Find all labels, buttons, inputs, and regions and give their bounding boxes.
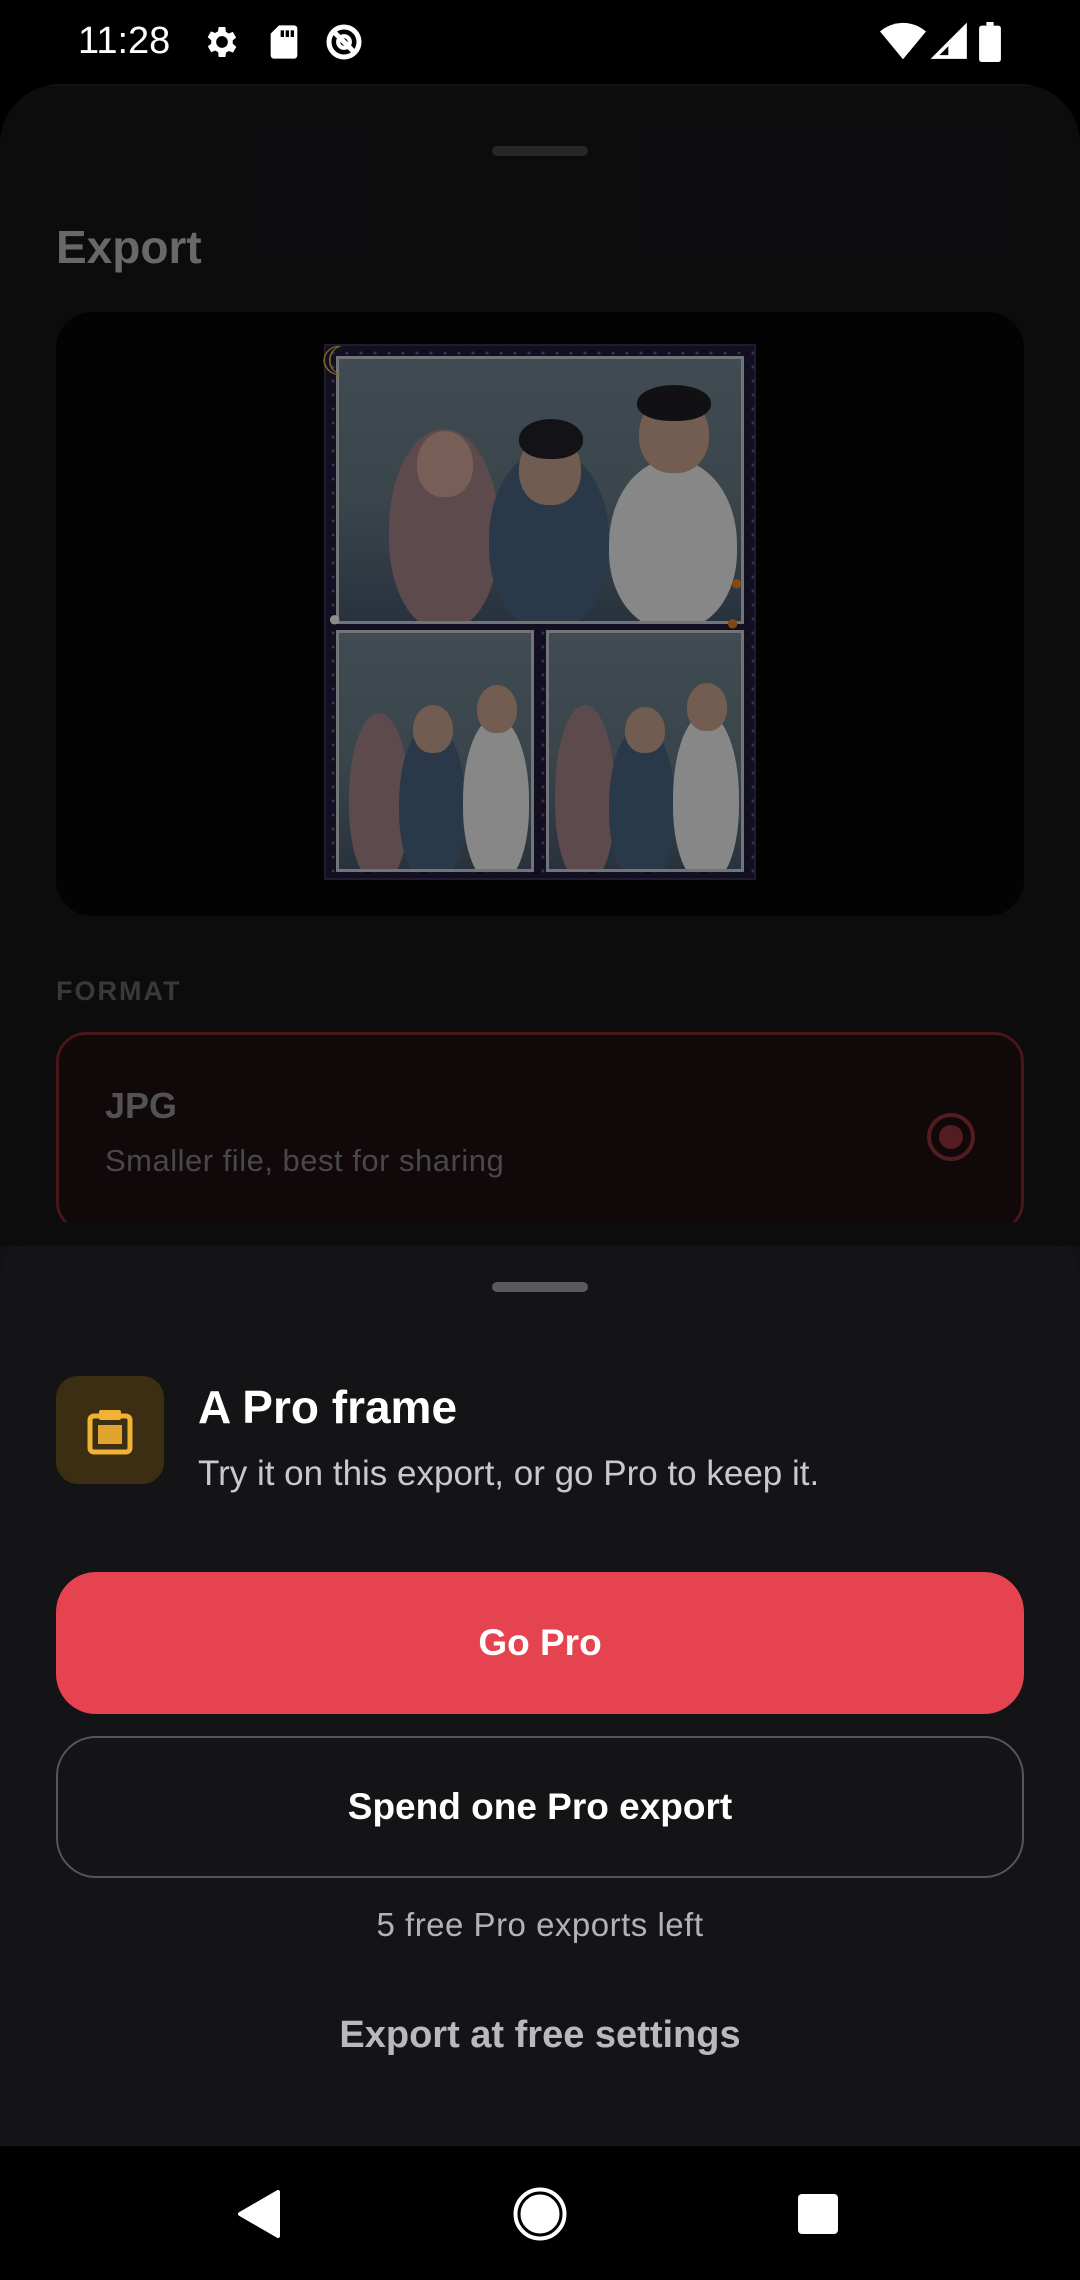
home-icon[interactable] <box>508 2182 572 2246</box>
format-option-description: Smaller file, best for sharing <box>105 1143 505 1178</box>
photo-strip-preview: ☾ ● ● ● <box>320 342 756 880</box>
preview-card: ☾ ● ● ● <box>56 312 1024 916</box>
sheet-title: A Pro frame <box>198 1381 458 1433</box>
signal-icon <box>930 22 970 62</box>
ghost-sticker-icon: ● <box>328 606 342 631</box>
gear-icon <box>202 22 242 62</box>
battery-icon <box>978 22 1008 62</box>
status-time: 11:28 <box>78 20 171 62</box>
sd-card-icon <box>264 22 304 62</box>
spend-pro-export-button[interactable]: Spend one Pro export <box>56 1736 1024 1878</box>
pro-frame-icon <box>87 1410 133 1455</box>
data-saver-icon <box>324 22 364 62</box>
sheet-subtitle: Try it on this export, or go Pro to keep… <box>198 1454 820 1493</box>
format-section-label: FORMAT <box>56 976 182 1006</box>
navigation-bar <box>0 2146 1080 2280</box>
back-icon[interactable] <box>226 2182 290 2246</box>
page-title: Export <box>56 221 202 273</box>
drag-handle[interactable] <box>492 146 588 156</box>
format-option-name: JPG <box>105 1085 178 1126</box>
pro-frame-icon-container <box>56 1376 164 1484</box>
pumpkin-sticker-icon: ● <box>726 610 740 635</box>
radio-selected-icon[interactable] <box>927 1113 975 1161</box>
photo-small-right <box>546 630 744 872</box>
status-bar: 11:28 <box>0 0 1080 86</box>
photo-large <box>336 356 744 624</box>
pumpkin-sticker-icon: ● <box>730 570 744 595</box>
export-free-settings-button[interactable]: Export at free settings <box>0 2014 1080 2057</box>
moon-sticker-icon: ☾ <box>320 340 356 384</box>
format-option-jpg[interactable]: JPG Smaller file, best for sharing <box>56 1032 1024 1232</box>
sheet-drag-handle[interactable] <box>492 1282 588 1292</box>
photo-small-left <box>336 630 534 872</box>
recents-icon[interactable] <box>786 2182 850 2246</box>
pro-frame-sheet: A Pro frame Try it on this export, or go… <box>0 1222 1080 2146</box>
wifi-icon <box>880 22 926 62</box>
go-pro-button[interactable]: Go Pro <box>56 1572 1024 1714</box>
remaining-exports-text: 5 free Pro exports left <box>376 1906 704 1943</box>
